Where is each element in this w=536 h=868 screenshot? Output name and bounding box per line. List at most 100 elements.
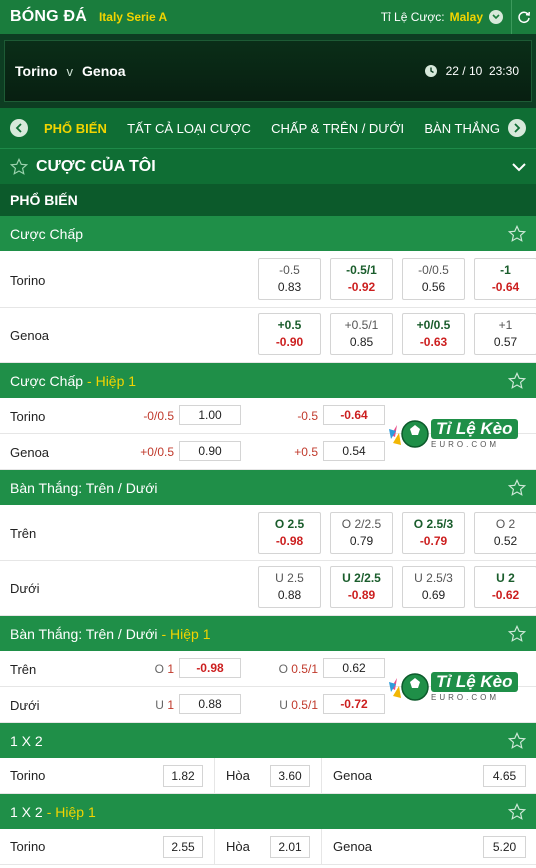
watermark-domain: EURO.COM — [431, 693, 499, 702]
tab-goals[interactable]: BÀN THẮNG — [424, 121, 500, 136]
odds-value: 0.83 — [277, 280, 302, 294]
home-odds[interactable]: 2.55 — [163, 836, 203, 858]
refresh-icon[interactable] — [512, 10, 536, 24]
away-label: Genoa — [333, 839, 373, 854]
overunder-header[interactable]: Bàn Thắng: Trên / Dưới — [0, 470, 536, 505]
odds-cell[interactable]: O 2.5/3 -0.79 — [402, 512, 465, 554]
ou-line: 2.5 — [287, 571, 304, 585]
odds-cell[interactable]: -0.5/1 -0.92 — [330, 258, 393, 300]
odds-cell[interactable]: U 2.5 0.88 — [258, 566, 321, 608]
odds-box[interactable]: 0.54 — [323, 441, 385, 461]
odds-cell[interactable]: O 2/2.5 0.79 — [330, 512, 393, 554]
odds-format-dropdown-icon[interactable] — [489, 10, 503, 24]
handicap-header[interactable]: Cược Chấp — [0, 216, 536, 251]
odds-cell[interactable]: +0.5 -0.90 — [258, 313, 321, 355]
column-divider — [214, 758, 215, 794]
odds-format-label: Tỉ Lệ Cược: — [380, 10, 445, 24]
watermark-name: Tỉ Lệ Kèo — [431, 672, 518, 692]
odds-box[interactable]: -0.64 — [323, 405, 385, 425]
favorite-star-icon[interactable] — [508, 478, 526, 497]
handicap-line: -0.5 — [297, 409, 318, 423]
odds-cell[interactable]: O 2 0.52 — [474, 512, 536, 554]
odds-cell[interactable]: -1 -0.64 — [474, 258, 536, 300]
odds-box[interactable]: 0.90 — [179, 441, 241, 461]
ou-line: U 1 — [126, 698, 174, 712]
handicap-line: +0/0.5 — [140, 445, 174, 459]
tabs-scroll-right-icon[interactable] — [508, 119, 526, 137]
odds-cell[interactable]: +0.5/1 0.85 — [330, 313, 393, 355]
onextwo-h1-header[interactable]: 1 X 2 - Hiệp 1 — [0, 794, 536, 829]
chevron-down-icon[interactable] — [512, 162, 526, 172]
handicap-line: +0/0.5 — [416, 318, 451, 332]
handicap-line: +1 — [498, 318, 513, 332]
tabs-scroll-left-icon[interactable] — [10, 119, 28, 137]
odds-cell[interactable]: +0/0.5 -0.63 — [402, 313, 465, 355]
odds-box[interactable]: 0.88 — [179, 694, 241, 714]
odds-cell[interactable]: -0.5 0.83 — [258, 258, 321, 300]
column-divider — [214, 829, 215, 865]
ou-prefix: O — [154, 662, 164, 676]
odds-format-value[interactable]: Malay — [450, 10, 483, 24]
favorite-star-icon[interactable] — [508, 731, 526, 750]
star-icon — [10, 157, 28, 175]
favorite-star-icon[interactable] — [508, 802, 526, 821]
odds-value: 0.52 — [493, 534, 518, 548]
ou-prefix: U — [496, 571, 505, 585]
odds-value: -0.64 — [491, 280, 520, 294]
match-info: Torino v Genoa 22 / 10 23:30 — [4, 40, 532, 102]
draw-label: Hòa — [226, 839, 250, 854]
row-team: Torino — [10, 409, 46, 424]
onextwo-row: Torino 1.82 Hòa 3.60 Genoa 4.65 — [0, 758, 536, 794]
tab-handicap-over-under[interactable]: CHẤP & TRÊN / DƯỚI — [271, 121, 404, 136]
odds-value: -0.89 — [347, 588, 376, 602]
odds-cell[interactable]: U 2.5/3 0.69 — [402, 566, 465, 608]
favorite-star-icon[interactable] — [508, 371, 526, 390]
odds-cell[interactable]: U 2/2.5 -0.89 — [330, 566, 393, 608]
ou-line: O 1 — [126, 662, 174, 676]
ou-line: 2/2.5 — [354, 571, 381, 585]
favorite-star-icon[interactable] — [508, 224, 526, 243]
overunder-h1-header[interactable]: Bàn Thắng: Trên / Dưới - Hiệp 1 — [0, 616, 536, 651]
ou-prefix: U — [155, 698, 164, 712]
overunder-h1-title: Bàn Thắng: Trên / Dưới — [10, 625, 158, 642]
handicap-row-home: Torino -0.5 0.83 -0.5/1 -0.92 -0/0.5 0.56 -… — [0, 251, 536, 308]
league-name[interactable]: Italy Serie A — [99, 10, 167, 24]
handicap-line: -0/0.5 — [143, 409, 174, 423]
handicap-line: -1 — [500, 263, 511, 277]
overunder-row-over: Trên O 2.5 -0.98 O 2/2.5 0.79 O 2.5/3 -0.79… — [0, 505, 536, 561]
tab-popular[interactable]: PHỔ BIẾN — [44, 121, 107, 136]
onextwo-header[interactable]: 1 X 2 — [0, 723, 536, 758]
sport-title[interactable]: BÓNG ĐÁ — [10, 8, 87, 26]
handicap-line: +0.5 — [294, 445, 318, 459]
home-label: Torino — [10, 839, 46, 854]
odds-box[interactable]: 0.62 — [323, 658, 385, 678]
odds-cell[interactable]: O 2.5 -0.98 — [258, 512, 321, 554]
odds-cell[interactable]: +1 0.57 — [474, 313, 536, 355]
ou-prefix: U — [342, 571, 351, 585]
clock-icon — [424, 65, 437, 77]
home-odds[interactable]: 1.82 — [163, 765, 203, 787]
favorite-star-icon[interactable] — [508, 624, 526, 643]
overunder-h1-body: Trên O 1 -0.98 O 0.5/1 0.62 Dưới U 1 0.8… — [0, 651, 536, 723]
odds-box[interactable]: 1.00 — [179, 405, 241, 425]
ou-line: O 0.5/1 — [270, 662, 318, 676]
handicap-h1-header[interactable]: Cược Chấp - Hiệp 1 — [0, 363, 536, 398]
odds-box[interactable]: -0.72 — [323, 694, 385, 714]
draw-label: Hòa — [226, 768, 250, 783]
row-team: Trên — [10, 662, 37, 677]
odds-box[interactable]: -0.98 — [179, 658, 241, 678]
ou-line-value: 1 — [167, 698, 174, 712]
away-odds[interactable]: 5.20 — [483, 836, 526, 858]
odds-cell[interactable]: U 2 -0.62 — [474, 566, 536, 608]
away-odds[interactable]: 4.65 — [483, 765, 526, 787]
half-label: - Hiệp 1 — [161, 625, 211, 642]
popular-section-title: PHỔ BIẾN — [0, 184, 536, 216]
handicap-line: -0.5/1 — [346, 263, 377, 277]
draw-odds[interactable]: 2.01 — [270, 836, 310, 858]
odds-cell[interactable]: -0/0.5 0.56 — [402, 258, 465, 300]
tab-all-markets[interactable]: TẤT CẢ LOẠI CƯỢC — [127, 121, 251, 136]
watermark-domain: EURO.COM — [431, 440, 499, 449]
draw-odds[interactable]: 3.60 — [270, 765, 310, 787]
away-label: Genoa — [333, 768, 373, 783]
my-bets-header[interactable]: CƯỢC CỦA TÔI — [0, 148, 536, 184]
